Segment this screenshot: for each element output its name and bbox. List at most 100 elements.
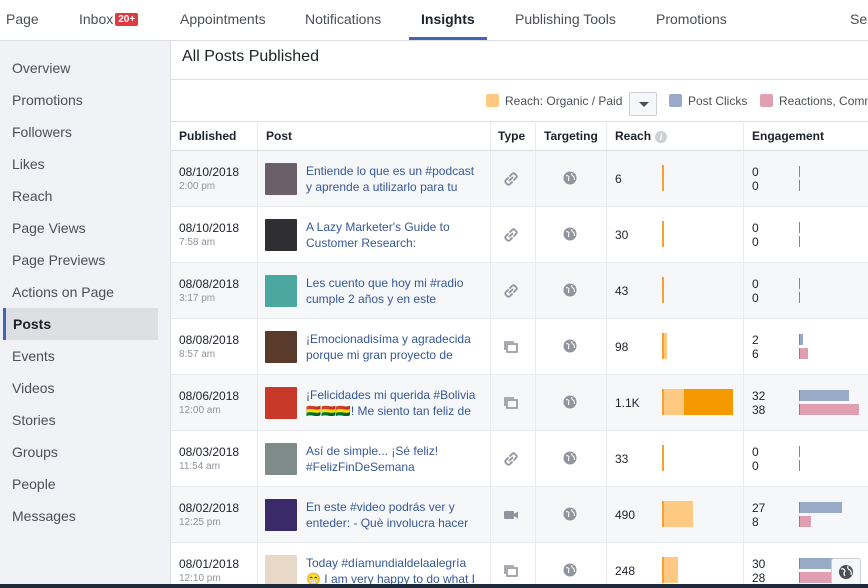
- tab-page-label: Page: [6, 11, 39, 27]
- post-clicks-bar: [799, 502, 842, 513]
- post-link[interactable]: En este #video podrás ver y enteder: - Qu…: [306, 499, 481, 531]
- top-nav: Page Inbox 20+ Appointments Notifications…: [0, 0, 868, 41]
- legend-reach-swatch: [486, 94, 499, 107]
- post-thumbnail[interactable]: [265, 275, 297, 307]
- post-time: 12:00 am: [179, 405, 221, 416]
- post-thumbnail[interactable]: [265, 331, 297, 363]
- tab-insights[interactable]: Insights: [421, 11, 475, 27]
- table-row[interactable]: 08/01/2018 12:10 pm Today #díamundialdelaa…: [171, 543, 868, 588]
- post-text-line2: enteder: - Què involucra hacer: [306, 516, 469, 530]
- post-link[interactable]: Entiende lo que es un #podcast y aprende …: [306, 163, 481, 195]
- post-link[interactable]: ¡Felicidades mi querida #Bolivia 🇧🇴🇧🇴🇧🇴! …: [306, 387, 481, 419]
- post-clicks-bar: [799, 334, 803, 345]
- sidebar-item-followers[interactable]: Followers: [3, 116, 158, 148]
- reach-value: 33: [615, 452, 629, 466]
- post-text-line2: #FelizFinDeSemana: [306, 460, 415, 474]
- info-icon[interactable]: i: [655, 131, 668, 143]
- post-thumbnail[interactable]: [265, 555, 297, 587]
- tab-inbox[interactable]: Inbox 20+: [79, 11, 139, 27]
- reactions-bar: [799, 404, 859, 415]
- post-text-line1: Así de simple... ¡Sé feliz!: [306, 444, 439, 458]
- link-icon: [502, 226, 520, 244]
- tab-appointments[interactable]: Appointments: [180, 11, 266, 27]
- post-thumbnail[interactable]: [265, 387, 297, 419]
- post-text-line1: Entiende lo que es un #podcast: [306, 164, 475, 178]
- table-row[interactable]: 08/08/2018 3:17 pm Les cuento que hoy mi #…: [171, 263, 868, 319]
- globe-icon: [563, 507, 577, 521]
- reactions-value: 28: [752, 571, 766, 585]
- post-link[interactable]: Así de simple... ¡Sé feliz! #FelizFinDeSe…: [306, 443, 481, 475]
- globe-button[interactable]: [831, 558, 861, 586]
- sidebar-item-overview[interactable]: Overview: [3, 52, 158, 84]
- globe-icon: [839, 565, 853, 579]
- post-time: 11:54 am: [179, 461, 220, 472]
- tab-insights-label: Insights: [421, 11, 475, 27]
- link-icon: [502, 170, 520, 188]
- column-post[interactable]: Post: [266, 129, 292, 143]
- sidebar-item-promotions[interactable]: Promotions: [3, 84, 158, 116]
- post-link[interactable]: A Lazy Marketer's Guide to Customer Resea…: [306, 219, 481, 251]
- post-text-line2: 🇧🇴🇧🇴🇧🇴! Me siento tan feliz de: [306, 404, 471, 418]
- post-thumbnail[interactable]: [265, 219, 297, 251]
- sidebar: Overview Promotions Followers Likes Reac…: [0, 41, 171, 588]
- post-thumbnail[interactable]: [265, 163, 297, 195]
- sidebar-item-page-previews[interactable]: Page Previews: [3, 244, 158, 276]
- tab-publishing-tools-label: Publishing Tools: [515, 11, 616, 27]
- page-title: All Posts Published: [182, 48, 319, 65]
- reach-organic-bar: [662, 501, 693, 527]
- post-link[interactable]: ¡Emocionadisíma y agradecida porque mi gr…: [306, 331, 481, 363]
- post-clicks-bar: [799, 446, 800, 457]
- column-published[interactable]: Published: [179, 129, 236, 143]
- sidebar-item-videos[interactable]: Videos: [3, 372, 158, 404]
- sidebar-item-messages[interactable]: Messages: [3, 500, 158, 532]
- sidebar-item-posts[interactable]: Posts: [3, 308, 158, 340]
- sidebar-item-reach[interactable]: Reach: [3, 180, 158, 212]
- post-link[interactable]: Today #díamundialdelaalegría 😁 I am very …: [306, 555, 481, 587]
- table-row[interactable]: 08/06/2018 12:00 am ¡Felicidades mi querid…: [171, 375, 868, 431]
- post-clicks-value: 0: [752, 445, 759, 459]
- main-content: All Posts Published Reach: Organic / Pai…: [171, 41, 868, 588]
- post-time: 3:17 pm: [179, 293, 216, 304]
- table-row[interactable]: 08/08/2018 8:57 am ¡Emocionadisíma y agrad…: [171, 319, 868, 375]
- column-reach[interactable]: Reach i: [615, 129, 668, 143]
- column-type[interactable]: Type: [498, 129, 525, 143]
- globe-icon: [563, 395, 577, 409]
- post-link[interactable]: Les cuento que hoy mi #radio cumple 2 año…: [306, 275, 481, 307]
- tab-settings[interactable]: Se: [850, 11, 867, 27]
- post-thumbnail[interactable]: [265, 499, 297, 531]
- column-engagement[interactable]: Engagement: [752, 129, 824, 143]
- reactions-value: 0: [752, 235, 759, 249]
- legend-post-clicks-swatch: [669, 94, 682, 107]
- column-divider: [490, 121, 491, 588]
- post-date: 08/06/2018: [179, 389, 240, 403]
- album-icon: [502, 394, 520, 412]
- legend-post-clicks: Post Clicks: [669, 93, 747, 115]
- sidebar-item-people[interactable]: People: [3, 468, 158, 500]
- table-row[interactable]: 08/10/2018 2:00 pm Entiende lo que es un #…: [171, 151, 868, 207]
- table-row[interactable]: 08/02/2018 12:25 pm En este #video podrás …: [171, 487, 868, 543]
- reach-organic-bar: [662, 557, 678, 583]
- tab-page[interactable]: Page: [6, 11, 39, 27]
- post-date: 08/10/2018: [179, 165, 240, 179]
- reach-organic-bar: [662, 333, 667, 359]
- reach-metric-dropdown[interactable]: [629, 92, 657, 116]
- legend-reactions-swatch: [760, 94, 773, 107]
- post-text-line1: ¡Emocionadisíma y agradecida: [306, 332, 471, 346]
- column-divider: [257, 121, 258, 588]
- post-thumbnail[interactable]: [265, 443, 297, 475]
- reactions-bar: [799, 180, 800, 191]
- table-row[interactable]: 08/10/2018 7:58 am A Lazy Marketer's Guide…: [171, 207, 868, 263]
- column-targeting[interactable]: Targeting: [544, 129, 598, 143]
- sidebar-item-actions-on-page[interactable]: Actions on Page: [3, 276, 158, 308]
- post-text-line1: En este #video podrás ver y: [306, 500, 455, 514]
- sidebar-item-likes[interactable]: Likes: [3, 148, 158, 180]
- sidebar-item-stories[interactable]: Stories: [3, 404, 158, 436]
- tab-promotions[interactable]: Promotions: [656, 11, 727, 27]
- tab-publishing-tools[interactable]: Publishing Tools: [515, 11, 616, 27]
- sidebar-item-page-views[interactable]: Page Views: [3, 212, 158, 244]
- link-icon: [502, 282, 520, 300]
- sidebar-item-groups[interactable]: Groups: [3, 436, 158, 468]
- sidebar-item-events[interactable]: Events: [3, 340, 158, 372]
- tab-notifications[interactable]: Notifications: [305, 11, 381, 27]
- table-row[interactable]: 08/03/2018 11:54 am Así de simple... ¡Sé f…: [171, 431, 868, 487]
